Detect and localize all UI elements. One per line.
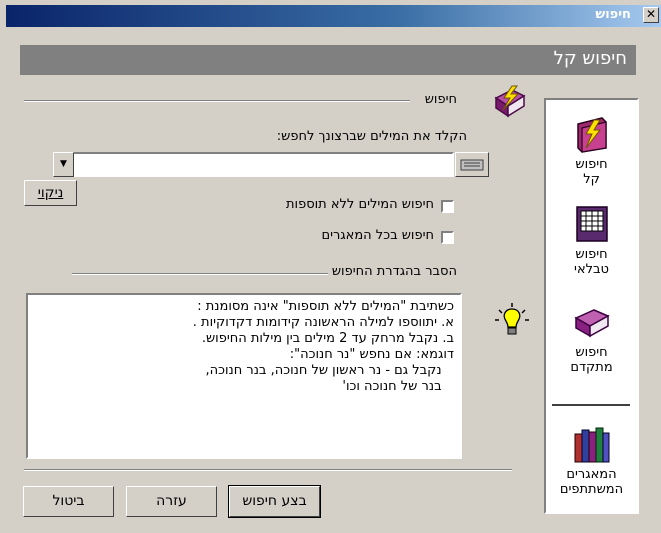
bottom-separator (24, 469, 512, 471)
mode-advanced-line1: חיפוש (575, 345, 608, 360)
clear-button-label: ניקוי (37, 185, 64, 201)
help-button[interactable]: עזרה (126, 486, 217, 517)
mode-table-line1: חיפוש (575, 247, 608, 262)
explain-line: א. יתווספו למילה הראשונה קידומות דקדוקיו… (192, 315, 454, 330)
search-button-label: בצע חיפוש (242, 493, 307, 509)
explain-line: נקבל גם - נר ראשון של חנוכה, בנר חנוכה, (205, 363, 454, 378)
explain-line: דוגמא: אם נחפש "נר חנוכה": (289, 347, 454, 362)
all-databases-label: חיפוש בכל המאגרים (321, 228, 434, 243)
books-icon (574, 427, 609, 463)
side-panel-separator (552, 404, 630, 406)
search-group-rule (24, 100, 410, 102)
mode-advanced-search[interactable]: חיפוש מתקדם (546, 302, 637, 375)
cancel-button-label: ביטול (52, 493, 85, 509)
search-mode-panel: חיפוש קל חיפוש טבלאי חיפוש מתקדם המאגרים… (544, 98, 639, 514)
keyboard-icon (460, 159, 484, 171)
lightbulb-icon (494, 302, 530, 342)
exact-words-label: חיפוש המילים ללא תוספות (285, 197, 434, 212)
mode-easy-line2: קל (583, 172, 600, 187)
search-group-label: חיפוש (420, 92, 461, 107)
lightning-book-icon (576, 117, 607, 153)
cancel-button[interactable]: ביטול (23, 486, 114, 517)
databases-line2: המשתתפים (559, 482, 624, 497)
explanation-text: כשתיבת "המילים ללא תוספות" אינה מסומנת :… (26, 293, 462, 459)
explain-line: ב. נקבל מרחק עד 2 מילים בין מילות החיפוש… (201, 331, 454, 346)
all-databases-checkbox[interactable] (441, 231, 454, 244)
search-prompt: הקלד את המילים שברצונך לחפש: (276, 129, 467, 144)
mode-easy-line1: חיפוש (575, 157, 608, 172)
participating-databases[interactable]: המאגרים המשתתפים (546, 424, 637, 497)
purple-book-icon (573, 309, 610, 338)
keyboard-button[interactable] (455, 152, 489, 177)
mode-advanced-line2: מתקדם (570, 360, 613, 375)
search-history-dropdown[interactable]: ▼ (53, 152, 74, 177)
window-title: חיפוש (595, 7, 631, 22)
mode-table-search[interactable]: חיפוש טבלאי (546, 204, 637, 277)
explain-group-label: הסבר בהגדרת החיפוש (327, 264, 461, 279)
clear-button[interactable]: ניקוי (24, 180, 77, 206)
help-button-label: עזרה (156, 493, 187, 509)
search-input[interactable] (53, 152, 454, 177)
search-button[interactable]: בצע חיפוש (228, 485, 321, 518)
explain-group-rule (72, 273, 352, 275)
page-header (20, 45, 636, 75)
page-title: חיפוש קל (553, 48, 627, 69)
explain-line: כשתיבת "המילים ללא תוספות" אינה מסומנת : (197, 299, 454, 314)
mode-table-line2: טבלאי (574, 262, 609, 277)
chevron-down-icon: ▼ (60, 159, 67, 169)
databases-line1: המאגרים (566, 467, 617, 482)
exact-words-checkbox[interactable] (441, 200, 454, 213)
table-book-icon (575, 206, 608, 242)
title-bar: חיפוש ✕ (6, 5, 661, 27)
lightning-book-icon (490, 84, 530, 128)
mode-easy-search[interactable]: חיפוש קל (546, 114, 637, 187)
close-button[interactable]: ✕ (643, 7, 659, 23)
explain-line: בנר של חנוכה וכו' (342, 379, 454, 394)
